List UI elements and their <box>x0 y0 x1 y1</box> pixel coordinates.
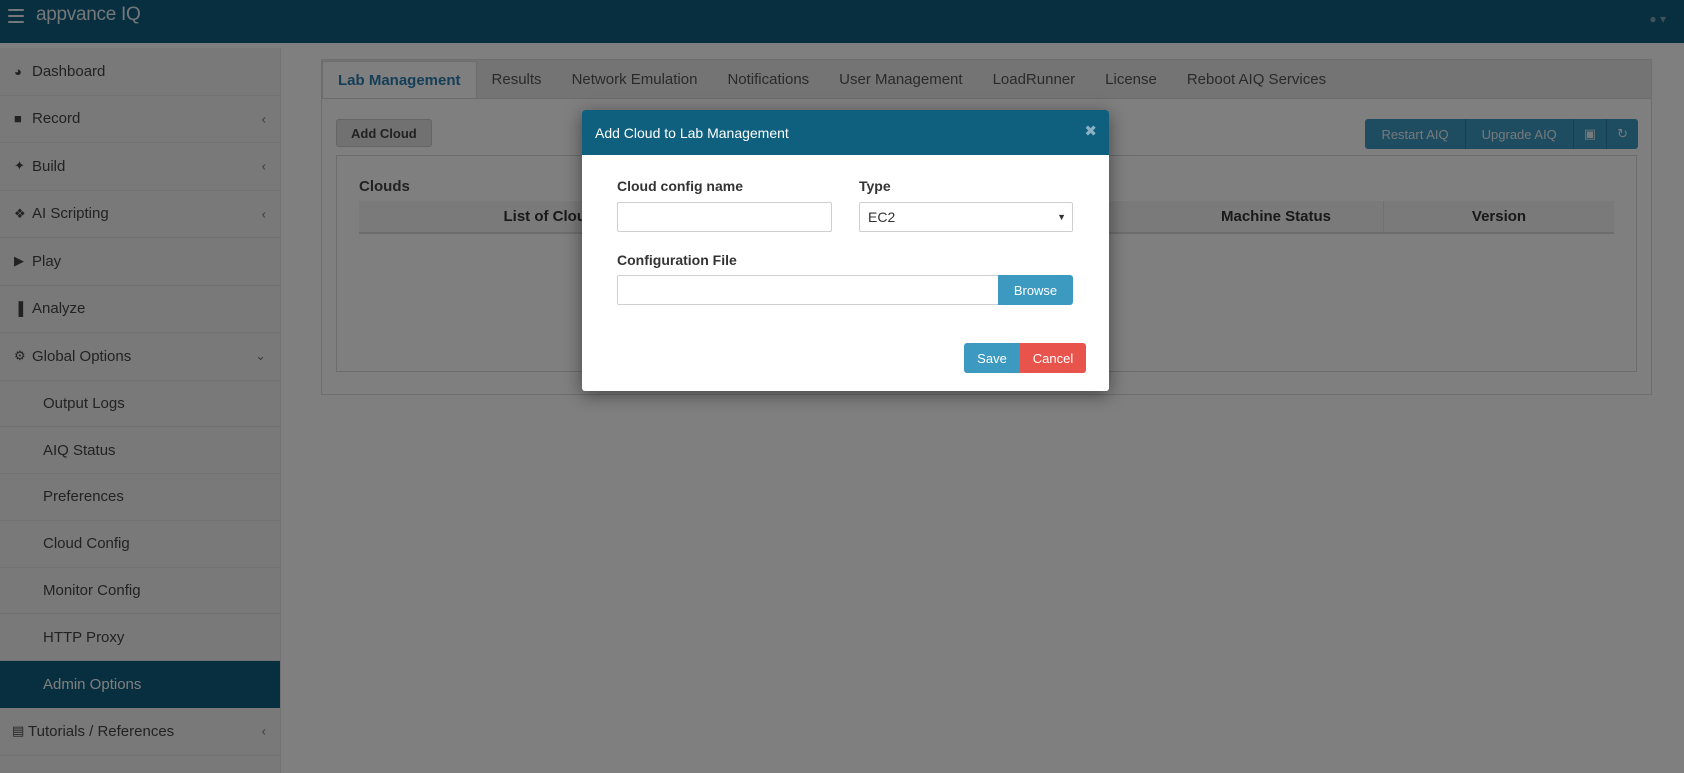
cloud-config-name-input[interactable] <box>617 202 832 232</box>
cloud-config-name-label: Cloud config name <box>617 178 743 194</box>
browse-button[interactable]: Browse <box>998 275 1073 305</box>
close-icon[interactable]: ✖ <box>1084 122 1097 140</box>
modal-header: Add Cloud to Lab Management ✖ <box>582 110 1109 155</box>
add-cloud-modal: Add Cloud to Lab Management ✖ Cloud conf… <box>582 110 1109 391</box>
configuration-file-label: Configuration File <box>617 252 737 268</box>
save-button[interactable]: Save <box>964 343 1020 373</box>
modal-title: Add Cloud to Lab Management <box>595 124 789 141</box>
caret-down-icon: ▼ <box>1057 212 1066 222</box>
configuration-file-input[interactable] <box>617 275 999 305</box>
cancel-button[interactable]: Cancel <box>1020 343 1086 373</box>
type-selected-value: EC2 <box>868 209 896 225</box>
type-label: Type <box>859 178 891 194</box>
type-select[interactable]: EC2 ▼ <box>859 202 1073 232</box>
